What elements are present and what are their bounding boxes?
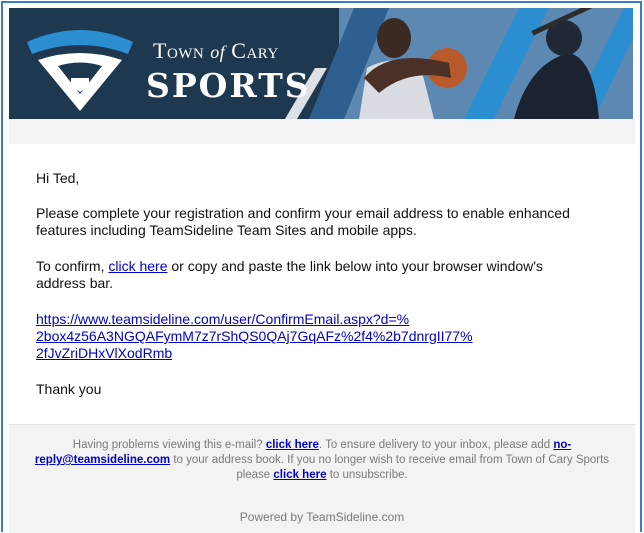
greeting: Hi Ted, [36,170,80,186]
no-reply-email-link[interactable]: no- [553,439,571,451]
banner-graphics [27,8,633,119]
confirm-url-link[interactable]: 2fJvZriDHxVlXodRmb [36,345,172,361]
confirm-suffix: or copy and paste the link below into yo… [171,258,543,274]
banner-spacer [9,119,635,144]
email-footer: Having problems viewing this e-mail? cli… [9,424,635,533]
footer-addressbook-text: to your address book. If you no longer w… [173,454,610,466]
logo-sports-wordmark: SPORTS [146,66,311,105]
unsubscribe-link[interactable]: click here [273,469,326,481]
view-online-link[interactable]: click here [266,439,319,451]
confirm-url-line-3: 2fJvZriDHxVlXodRmb [36,345,172,362]
confirm-url-link[interactable]: 2box4z56A3NGQAFymM7z7rShQS0QAj7GqAFz%2f4… [36,328,473,344]
logo-shield-icon [27,30,133,111]
confirm-click-here-link[interactable]: click here [108,258,167,274]
logo-cary-word: Cary [231,38,279,63]
footer-unsubscribe-text: to unsubscribe. [329,469,408,481]
logo-town-word: Town [153,38,205,63]
intro-line-2: features including TeamSideline Team Sit… [36,222,417,238]
intro-line-1: Please complete your registration and co… [36,205,570,221]
powered-by: Powered by TeamSideline.com [239,510,405,524]
footer-problems-text: Having problems viewing this e-mail? [72,439,263,451]
logo-town-of-cary: Town of Cary [153,38,279,64]
no-reply-email-link[interactable]: reply@teamsideline.com [35,454,170,466]
footer-delivery-text: . To ensure delivery to your inbox, plea… [318,439,551,451]
confirm-prefix: To confirm, [36,258,105,274]
confirm-line-2: address bar. [36,275,114,291]
footer-line-1: Having problems viewing this e-mail? cli… [9,438,635,453]
confirm-line-1: To confirm, click here or copy and paste… [36,258,543,275]
header-banner: Town of Cary SPORTS [9,8,633,119]
footer-line-3: please click here to unsubscribe. [9,468,635,483]
confirm-url-line-2: 2box4z56A3NGQAFymM7z7rShQS0QAj7GqAFz%2f4… [36,328,473,345]
logo-of-word: of [210,42,226,62]
confirm-url-line-1: https://www.teamsideline.com/user/Confir… [36,311,409,328]
confirm-url-link[interactable]: https://www.teamsideline.com/user/Confir… [36,311,409,327]
footer-please-text: please [236,469,271,481]
signoff: Thank you [36,381,102,397]
footer-line-2: reply@teamsideline.com to your address b… [9,453,635,468]
